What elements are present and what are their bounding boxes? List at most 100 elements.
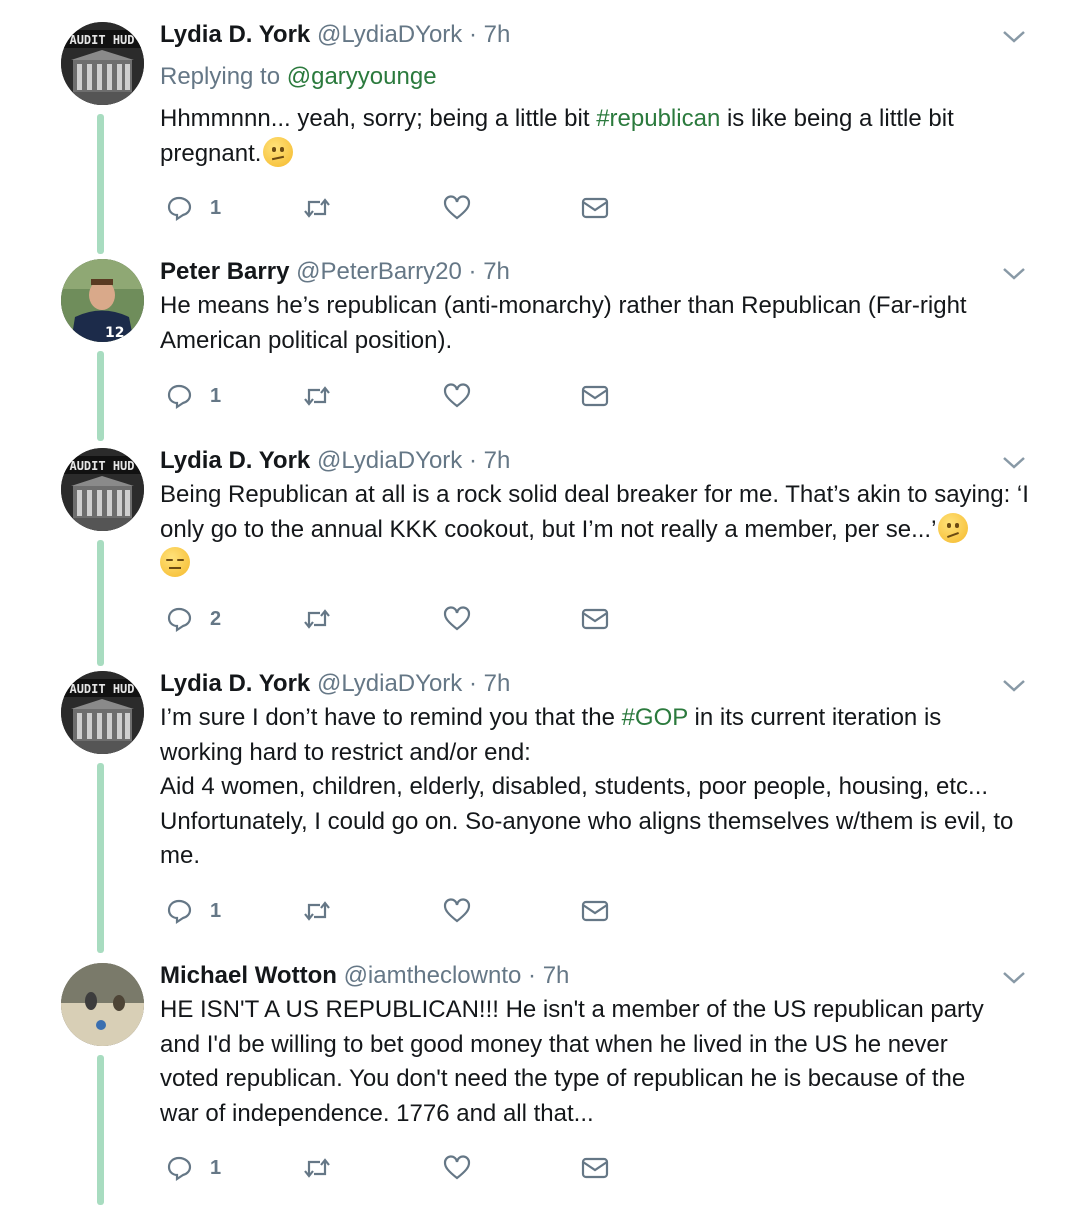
like-button[interactable] (442, 190, 472, 226)
user-handle[interactable]: @LydiaDYork (317, 670, 462, 697)
direct-message-icon (581, 900, 609, 922)
chevron-down-icon[interactable] (1000, 452, 1028, 472)
tweet-2[interactable]: 12 Peter Barry @PeterBarry20 · 7h He mea… (0, 255, 1089, 441)
tweet-3[interactable]: AUDIT HUD Lydia D. York @LydiaDYork · 7h… (0, 444, 1089, 666)
avatar-image (61, 963, 144, 1046)
retweet-icon (304, 198, 330, 218)
timestamp[interactable]: 7h (484, 21, 511, 48)
direct-message-button[interactable] (580, 1150, 610, 1186)
tweet-actions: 1 (160, 893, 620, 929)
like-icon (443, 195, 471, 220)
direct-message-icon (581, 608, 609, 630)
like-icon (443, 383, 471, 408)
tweet-text-part: Being Republican at all is a rock solid … (160, 481, 1029, 543)
retweet-button[interactable] (302, 601, 332, 637)
tweet-actions: 1 (160, 1150, 620, 1186)
tweet-text: I’m sure I don’t have to remind you that… (160, 701, 1020, 874)
timestamp[interactable]: 7h (483, 258, 510, 285)
display-name[interactable]: Michael Wotton (160, 962, 337, 989)
reply-count: 1 (210, 384, 222, 407)
like-button[interactable] (442, 1150, 472, 1186)
avatar-image: 12 (61, 259, 144, 342)
display-name[interactable]: Peter Barry (160, 258, 289, 285)
reply-button[interactable]: 1 (164, 893, 221, 929)
tweet-text-part: Unfortunately, I could go on. So-anyone … (160, 807, 1014, 870)
replying-to: Replying to @garyyounge (160, 60, 437, 94)
chevron-down-icon[interactable] (1000, 675, 1028, 695)
retweet-icon (304, 901, 330, 921)
separator-dot: · (468, 258, 477, 285)
avatar-lydia-york[interactable]: AUDIT HUD (61, 671, 144, 754)
avatar-text: AUDIT HUD (69, 459, 134, 473)
reply-icon (167, 899, 192, 925)
reply-icon (167, 384, 192, 410)
replying-handle-link[interactable]: @garyyounge (287, 63, 437, 90)
reply-count: 1 (210, 1156, 222, 1179)
user-handle[interactable]: @LydiaDYork (317, 447, 462, 474)
like-button[interactable] (442, 601, 472, 637)
tweet-text: Being Republican at all is a rock solid … (160, 478, 1030, 582)
thread-line (97, 114, 104, 254)
like-icon (443, 606, 471, 631)
avatar-lydia-york[interactable]: AUDIT HUD (61, 22, 144, 105)
display-name[interactable]: Lydia D. York (160, 447, 310, 474)
like-icon (443, 898, 471, 923)
hashtag-link[interactable]: #GOP (622, 704, 688, 731)
hashtag-link[interactable]: #republican (596, 105, 720, 132)
retweet-icon (304, 609, 330, 629)
tweet-1[interactable]: AUDIT HUD Lydia D. York @LydiaDYork · 7h… (0, 18, 1089, 254)
chevron-down-icon[interactable] (1000, 263, 1028, 283)
retweet-icon (304, 1158, 330, 1178)
like-button[interactable] (442, 378, 472, 414)
thread-line (97, 763, 104, 953)
user-handle[interactable]: @PeterBarry20 (296, 258, 462, 285)
display-name[interactable]: Lydia D. York (160, 670, 310, 697)
user-handle[interactable]: @iamtheclownto (344, 962, 522, 989)
reply-button[interactable]: 1 (164, 1150, 221, 1186)
timestamp[interactable]: 7h (484, 670, 511, 697)
direct-message-button[interactable] (580, 601, 610, 637)
direct-message-button[interactable] (580, 378, 610, 414)
tweet-text-part: I’m sure I don’t have to remind you that… (160, 704, 622, 731)
reply-icon (167, 1156, 192, 1182)
thread-line (97, 540, 104, 666)
direct-message-button[interactable] (580, 190, 610, 226)
reply-button[interactable]: 1 (164, 190, 221, 226)
retweet-icon (304, 386, 330, 406)
avatar-peter-barry[interactable]: 12 (61, 259, 144, 342)
reply-button[interactable]: 2 (164, 601, 221, 637)
retweet-button[interactable] (302, 190, 332, 226)
tweet-5[interactable]: Michael Wotton @iamtheclownto · 7h HE IS… (0, 959, 1089, 1205)
user-handle[interactable]: @LydiaDYork (317, 21, 462, 48)
tweet-header: Lydia D. York @LydiaDYork · 7h (160, 667, 510, 701)
tweet-4[interactable]: AUDIT HUD Lydia D. York @LydiaDYork · 7h… (0, 667, 1089, 957)
thread-line (97, 1055, 104, 1205)
timestamp[interactable]: 7h (543, 962, 570, 989)
reply-button[interactable]: 1 (164, 378, 221, 414)
retweet-button[interactable] (302, 1150, 332, 1186)
tweet-text: HE ISN'T A US REPUBLICAN!!! He isn't a m… (160, 996, 984, 1127)
reply-count: 2 (210, 607, 222, 630)
direct-message-button[interactable] (580, 893, 610, 929)
tweet-actions: 1 (160, 190, 620, 226)
replying-prefix: Replying to (160, 63, 287, 90)
tweet-actions: 1 (160, 378, 620, 414)
chevron-down-icon[interactable] (1000, 967, 1028, 987)
retweet-button[interactable] (302, 378, 332, 414)
chevron-down-icon[interactable] (1000, 26, 1028, 46)
avatar-lydia-york[interactable]: AUDIT HUD (61, 448, 144, 531)
like-button[interactable] (442, 893, 472, 929)
avatar-image: AUDIT HUD (61, 671, 144, 754)
display-name[interactable]: Lydia D. York (160, 21, 310, 48)
avatar-image: AUDIT HUD (61, 448, 144, 531)
tweet-text: Hhmmnnn... yeah, sorry; being a little b… (160, 102, 1040, 171)
reply-icon (167, 196, 192, 222)
avatar-michael-wotton[interactable] (61, 963, 144, 1046)
separator-dot: · (468, 670, 477, 697)
retweet-button[interactable] (302, 893, 332, 929)
expressionless-face-emoji (160, 547, 190, 577)
timestamp[interactable]: 7h (484, 447, 511, 474)
svg-text:12: 12 (105, 325, 124, 341)
avatar-text: AUDIT HUD (69, 682, 134, 696)
reply-count: 1 (210, 899, 222, 922)
